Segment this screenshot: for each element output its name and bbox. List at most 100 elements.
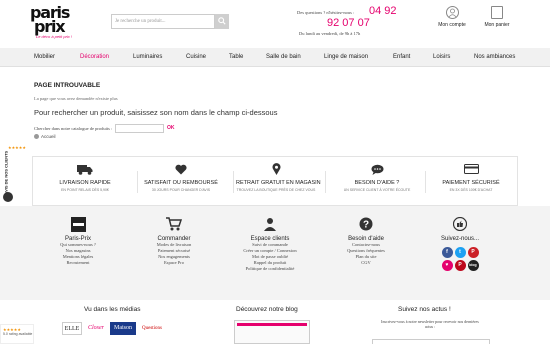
feature-divider [325,171,326,193]
feature-divider [425,171,426,193]
nav-item-mobilier[interactable]: Mobilier [34,54,55,60]
rating-widget-label: 5.0 rating available [3,332,33,336]
blog-heading: Découvrez notre blog [236,306,298,313]
footer-col-social: Suivez-nous... f t P ♥ P blog [420,216,500,271]
phone-number-part1[interactable]: 04 92 [369,5,397,17]
press-logo-closer: Closer [85,322,107,335]
press-logo-maison: Maison [110,322,136,335]
features-strip: LIVRAISON RAPIDE EN POINT RELAIS DÈS 5,9… [32,156,518,206]
blog-preview-image[interactable] [234,320,310,344]
reviews-logo-icon [3,192,13,202]
newsletter-heading: Suivez nos actus ! [398,306,451,313]
feature-payment: PAIEMENT SÉCURISÉ EN 3X DÈS 100€ D'ACHAT [431,163,511,192]
pinterest-alt-icon[interactable]: P [454,260,466,271]
search-instruction: Pour rechercher un produit, saisissez so… [34,108,278,117]
shopping-cart-icon [166,217,182,231]
feature-subtitle: TROUVEZ LA BOUTIQUE PRÈS DE CHEZ VOUS [236,188,316,192]
media-heading: Vu dans les médias [84,306,141,313]
main-nav: Mobilier Décoration Luminaires Cuisine T… [0,48,550,67]
home-link-label: Accueil [41,134,56,139]
nav-item-cuisine[interactable]: Cuisine [186,54,206,60]
feature-subtitle: 30 JOURS POUR CHANGER D'AVIS [151,188,211,192]
facebook-icon[interactable]: f [441,247,453,258]
feature-subtitle: EN 3X DÈS 100€ D'ACHAT [449,188,493,192]
feature-delivery: LIVRAISON RAPIDE EN POINT RELAIS DÈS 5,9… [45,163,125,192]
footer-link[interactable]: CGV [326,260,406,266]
customer-reviews-badge[interactable]: AVIS DE NOS CLIENTS ★★★★★ [0,134,26,206]
pinterest-icon[interactable]: P [467,247,479,258]
svg-text:?: ? [363,220,369,231]
rating-stars: ★★★★★ [8,145,26,150]
nav-item-salle-de-bain[interactable]: Salle de bain [266,54,301,60]
press-logo-elle: ELLE [62,322,82,335]
press-logo-questions: Questions [139,322,165,335]
newsletter-email-input[interactable] [372,339,490,344]
footer-col-besoin-d-aide: ? Besoin d'aide Contactez-nous Questions… [326,216,406,266]
footer-col-commander: Commander Modes de livraison Paiement sé… [134,216,214,266]
rating-widget-stars: ★★★★★ [3,327,21,332]
account-link[interactable]: Mon compte [436,6,468,28]
twitter-icon[interactable]: t [454,247,466,258]
account-label: Mon compte [438,22,466,28]
feature-title: SATISFAIT OU REMBOURSÉ [144,180,218,186]
site-logo[interactable]: paris prix Le déco à petit prix ! [30,5,78,42]
nav-item-enfant[interactable]: Enfant [393,54,410,60]
nav-item-loisirs[interactable]: Loisirs [433,54,450,60]
feature-help: BESOIN D'AIDE ? UN SERVICE CLIENT À VOTR… [337,163,417,192]
contact-question: Des questions ? n'hésitez-nous : [297,10,355,15]
footer: Paris-Prix Qui sommes-nous ? Nos magasin… [0,206,550,300]
feature-divider [233,171,234,193]
home-bullet-icon [34,134,39,140]
chat-icon [371,164,383,175]
rating-widget[interactable]: ★★★★★ 5.0 rating available [0,324,34,344]
user-icon [264,218,276,231]
home-link[interactable]: Accueil [34,134,56,140]
bottom-band: Vu dans les médias ELLE Closer Maison Qu… [0,300,550,344]
nav-item-nos-ambiances[interactable]: Nos ambiances [474,54,515,60]
footer-col-paris-prix: Paris-Prix Qui sommes-nous ? Nos magasin… [38,216,118,266]
user-icon [445,6,459,19]
newsletter-text: Inscrivez-vous à notre newsletter pour r… [381,319,479,329]
catalog-search-label: Chercher dans notre catalogue de produit… [34,126,113,131]
feature-subtitle: UN SERVICE CLIENT À VOTRE ÉCOUTE [343,188,411,192]
social-links: f t P ♥ P blog [440,247,480,271]
footer-link[interactable]: Recrutement [38,260,118,266]
feature-satisfaction: SATISFAIT OU REMBOURSÉ 30 JOURS POUR CHA… [141,163,221,192]
feature-store-pickup: RETRAIT GRATUIT EN MAGASIN TROUVEZ LA BO… [236,163,321,192]
phone-number-part2[interactable]: 92 07 07 [327,17,370,29]
instagram-icon[interactable]: ♥ [441,260,453,271]
heart-icon [175,164,187,174]
feature-title: PAIEMENT SÉCURISÉ [442,180,500,186]
opening-hours: Du lundi au vendredi, de 9h à 17h [299,31,361,36]
nav-item-luminaires[interactable]: Luminaires [133,54,162,60]
page-subtitle: La page que vous avez demandée n'existe … [34,96,118,101]
nav-item-table[interactable]: Table [229,54,243,60]
footer-col-espace-clients: Espace clients Suivi de commande Créer u… [230,216,310,272]
reviews-vertical-text: AVIS DE NOS CLIENTS [3,150,9,195]
map-pin-icon [272,163,280,175]
footer-heading: Suivez-nous... [440,236,480,242]
feature-title: BESOIN D'AIDE ? [354,180,400,186]
question-icon: ? [359,217,373,231]
search-icon [218,17,226,25]
search-button[interactable] [215,14,229,29]
catalog-search-ok-button[interactable]: OK [167,125,175,131]
logo-line2: prix [34,17,66,36]
feature-title: RETRAIT GRATUIT EN MAGASIN [236,180,321,186]
catalog-search-input[interactable] [115,124,164,133]
cart-link[interactable]: Mon panier [482,6,512,28]
footer-link[interactable]: Espace Pro [134,260,214,266]
paris-prix-logo-icon [70,216,86,232]
search-input[interactable]: Je recherche un produit... [111,14,215,29]
credit-card-icon [463,164,479,174]
blog-icon[interactable]: blog [467,260,479,271]
nav-item-decoration[interactable]: Décoration [80,54,109,60]
page-title: PAGE INTROUVABLE [34,82,101,89]
header: paris prix Le déco à petit prix ! Je rec… [0,0,550,48]
feature-subtitle: EN POINT RELAIS DÈS 5,90€ [61,188,109,192]
shopping-bag-icon [491,6,503,19]
footer-link[interactable]: Politique de confidentialité [230,266,310,272]
thumbs-up-icon [453,217,467,231]
nav-item-linge-de-maison[interactable]: Linge de maison [324,54,368,60]
logo-tagline: Le déco à petit prix ! [36,34,73,39]
